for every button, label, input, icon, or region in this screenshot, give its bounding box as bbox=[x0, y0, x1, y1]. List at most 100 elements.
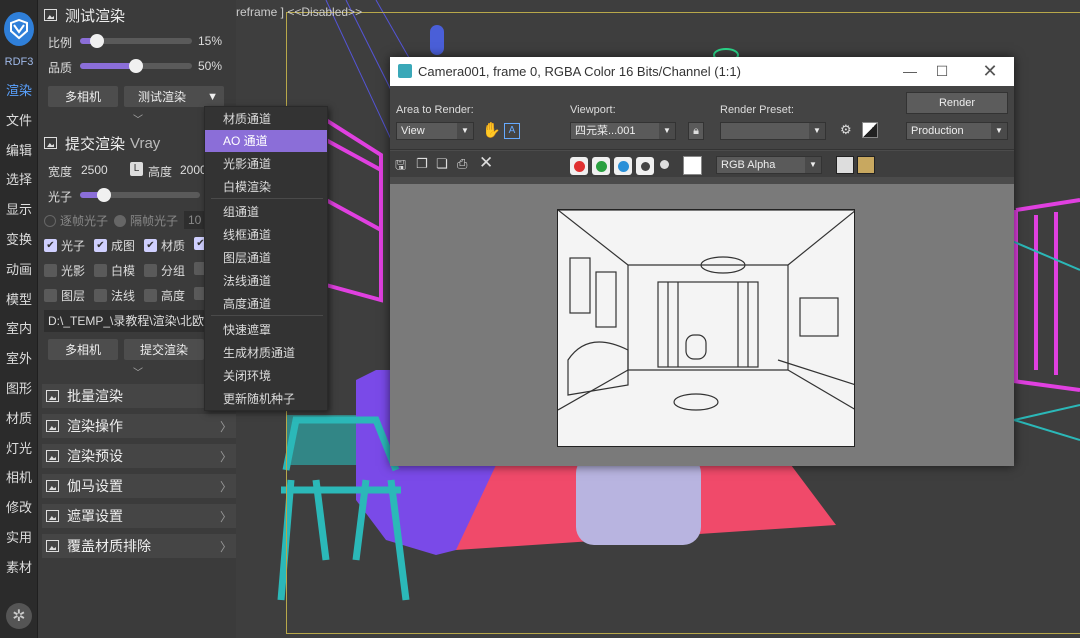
nav-item-12[interactable]: 灯光 bbox=[0, 437, 38, 461]
viewport-label[interactable]: reframe ] <<Disabled>> bbox=[236, 5, 362, 19]
option-checkbox-9[interactable]: 法线 bbox=[94, 287, 135, 304]
ratio-slider[interactable] bbox=[80, 34, 192, 48]
blue-channel-toggle[interactable] bbox=[614, 157, 632, 175]
collapsed-section-4[interactable]: 遮罩设置 〉 bbox=[42, 504, 236, 528]
option-checkbox-2[interactable]: ✔ 材质 bbox=[144, 237, 185, 254]
render-image-area[interactable] bbox=[390, 184, 1014, 466]
render-button[interactable]: Render bbox=[906, 92, 1008, 114]
chevron-down-icon[interactable]: ▼ bbox=[207, 91, 218, 103]
production-dropdown[interactable]: Production ▼ bbox=[906, 122, 1008, 140]
photon-slider-knob[interactable] bbox=[97, 188, 111, 202]
area-to-render-dropdown[interactable]: View ▼ bbox=[396, 122, 474, 140]
nav-item-11[interactable]: 材质 bbox=[0, 407, 38, 431]
menu-separator bbox=[211, 198, 323, 199]
settings-gear-icon[interactable]: ✲ bbox=[6, 603, 32, 629]
rendered-room-sketch bbox=[558, 210, 854, 411]
nav-item-7[interactable]: 模型 bbox=[0, 288, 38, 312]
nav-item-5[interactable]: 变换 bbox=[0, 228, 38, 252]
nav-item-3[interactable]: 选择 bbox=[0, 168, 38, 192]
menu-item-2[interactable]: 光影通道 bbox=[205, 153, 327, 175]
menu-item-5[interactable]: 线框通道 bbox=[205, 224, 327, 246]
interval-photon-radio[interactable]: 隔帧光子 bbox=[114, 212, 178, 229]
menu-item-3[interactable]: 白模渲染 bbox=[205, 176, 327, 198]
menu-item-6[interactable]: 图层通道 bbox=[205, 247, 327, 269]
ratio-slider-knob[interactable] bbox=[89, 34, 104, 48]
display-toggle-icon[interactable] bbox=[836, 156, 854, 174]
green-channel-toggle[interactable] bbox=[592, 157, 610, 175]
maximize-icon[interactable]: ☐ bbox=[922, 57, 962, 86]
option-checkbox-4[interactable]: 光影 bbox=[44, 262, 85, 279]
menu-item-0[interactable]: 材质通道 bbox=[205, 108, 327, 130]
red-channel-toggle[interactable] bbox=[570, 157, 588, 175]
menu-item-9[interactable]: 快速遮罩 bbox=[205, 319, 327, 341]
pan-hand-icon[interactable]: ✋ bbox=[482, 121, 501, 139]
menu-item-1[interactable]: AO 通道 bbox=[205, 130, 327, 152]
app-logo-icon[interactable] bbox=[4, 12, 34, 46]
viewport-dropdown[interactable]: 四元菜...001 ▼ bbox=[570, 122, 676, 140]
menu-item-10[interactable]: 生成材质通道 bbox=[205, 342, 327, 364]
print-icon[interactable]: ⎙ bbox=[457, 156, 467, 172]
test-render-button[interactable]: 测试渲染 ▼ bbox=[124, 86, 224, 107]
chevron-down-icon[interactable]: ﹀ bbox=[133, 364, 143, 379]
lock-ratio-button[interactable]: L bbox=[130, 162, 143, 176]
test-render-title: 测试渲染 bbox=[65, 7, 126, 25]
interval-input[interactable]: 10 bbox=[184, 211, 204, 229]
photon-slider[interactable] bbox=[80, 188, 200, 202]
option-checkbox-8[interactable]: 图层 bbox=[44, 287, 85, 304]
submit-render-button[interactable]: 提交渲染 bbox=[124, 339, 204, 360]
render-preset-dropdown[interactable]: ▼ bbox=[720, 122, 826, 140]
collapsed-section-3[interactable]: 伽马设置 〉 bbox=[42, 474, 236, 498]
auto-region-icon[interactable]: A bbox=[504, 123, 520, 139]
nav-item-4[interactable]: 显示 bbox=[0, 198, 38, 222]
option-checkbox-10[interactable]: 高度 bbox=[144, 287, 185, 304]
option-checkbox-0[interactable]: ✔ 光子 bbox=[44, 237, 85, 254]
menu-item-7[interactable]: 法线通道 bbox=[205, 270, 327, 292]
collapsed-section-1[interactable]: 渲染操作 〉 bbox=[42, 414, 236, 438]
nav-item-9[interactable]: 室外 bbox=[0, 347, 38, 371]
teapot-settings-icon[interactable]: ⚙ bbox=[840, 122, 858, 140]
nav-item-0[interactable]: 渲染 bbox=[0, 79, 38, 103]
option-checkbox-5[interactable]: 白模 bbox=[94, 262, 135, 279]
chevron-down-icon[interactable]: ﹀ bbox=[133, 111, 143, 126]
menu-item-12[interactable]: 更新随机种子 bbox=[205, 388, 327, 410]
height-value[interactable]: 2000 bbox=[180, 163, 207, 177]
image-icon bbox=[46, 510, 59, 522]
menu-item-11[interactable]: 关闭环境 bbox=[205, 365, 327, 387]
submit-render-header[interactable]: 提交渲染 Vray bbox=[44, 131, 160, 155]
channel-display-dropdown[interactable]: RGB Alpha ▼ bbox=[716, 156, 822, 174]
option-checkbox-6[interactable]: 分组 bbox=[144, 262, 185, 279]
color-swatch[interactable] bbox=[683, 156, 702, 175]
quality-slider-knob[interactable] bbox=[129, 59, 143, 73]
close-icon[interactable]: ✕ bbox=[970, 57, 1010, 86]
collapsed-section-5[interactable]: 覆盖材质排除 〉 bbox=[42, 534, 236, 558]
nav-item-15[interactable]: 实用 bbox=[0, 526, 38, 550]
nav-item-13[interactable]: 相机 bbox=[0, 466, 38, 490]
lock-icon[interactable]: 🔒︎ bbox=[688, 122, 704, 140]
copy-icon[interactable]: ❐ bbox=[416, 156, 428, 172]
nav-item-6[interactable]: 动画 bbox=[0, 258, 38, 282]
environment-icon[interactable] bbox=[862, 122, 878, 138]
nav-item-8[interactable]: 室内 bbox=[0, 317, 38, 341]
option-checkbox-1[interactable]: ✔ 成图 bbox=[94, 237, 135, 254]
save-icon[interactable]: 🖫 bbox=[395, 156, 406, 178]
menu-item-4[interactable]: 组通道 bbox=[205, 201, 327, 223]
nav-item-1[interactable]: 文件 bbox=[0, 109, 38, 133]
clear-icon[interactable]: ✕ bbox=[479, 153, 493, 173]
collapsed-section-2[interactable]: 渲染预设 〉 bbox=[42, 444, 236, 468]
test-render-header[interactable]: 测试渲染 bbox=[44, 3, 125, 27]
frame-buffer-icon[interactable] bbox=[857, 156, 875, 174]
width-value[interactable]: 2500 bbox=[81, 163, 108, 177]
multi-camera-button-2[interactable]: 多相机 bbox=[48, 339, 118, 360]
nav-item-10[interactable]: 图形 bbox=[0, 377, 38, 401]
quality-slider[interactable] bbox=[80, 59, 192, 73]
frame-photon-radio[interactable]: 逐帧光子 bbox=[44, 212, 108, 229]
mono-icon[interactable] bbox=[660, 160, 669, 169]
render-window-titlebar[interactable]: Camera001, frame 0, RGBA Color 16 Bits/C… bbox=[390, 57, 1014, 86]
nav-item-16[interactable]: 素材 bbox=[0, 556, 38, 580]
nav-item-2[interactable]: 编辑 bbox=[0, 139, 38, 163]
multi-camera-button[interactable]: 多相机 bbox=[48, 86, 118, 107]
menu-item-8[interactable]: 高度通道 bbox=[205, 293, 327, 315]
clone-icon[interactable]: ❏ bbox=[436, 156, 448, 172]
nav-item-14[interactable]: 修改 bbox=[0, 496, 38, 520]
alpha-channel-toggle[interactable] bbox=[636, 157, 654, 175]
